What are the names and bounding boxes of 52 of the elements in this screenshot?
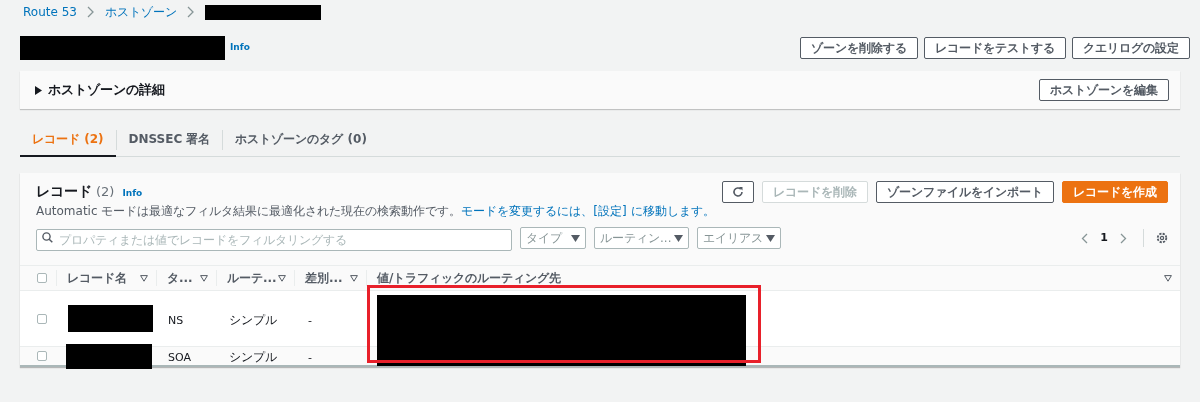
column-header[interactable]: タ... xyxy=(167,269,193,287)
settings-icon[interactable] xyxy=(1156,232,1168,244)
header-button[interactable]: クエリログの設定 xyxy=(1072,37,1190,59)
sort-icon[interactable] xyxy=(1164,274,1172,282)
caret-down-icon xyxy=(766,234,776,242)
sort-icon[interactable] xyxy=(140,274,148,282)
column-header[interactable]: 差別... xyxy=(305,269,343,287)
import-button[interactable]: ゾーンファイルをインポート xyxy=(876,181,1054,203)
breadcrumb-link[interactable]: Route 53 xyxy=(23,3,77,21)
tab[interactable]: DNSSEC 署名 xyxy=(116,122,223,157)
page-number[interactable]: 1 xyxy=(1100,229,1108,247)
table-cell: NS xyxy=(168,313,184,327)
filter-dropdown[interactable]: ルーティン... xyxy=(594,227,690,249)
table-cell: シンプル xyxy=(229,350,277,364)
table-cell: SOA xyxy=(168,351,191,364)
record-count: (2) xyxy=(96,183,115,201)
column-header[interactable]: ルーテ... xyxy=(227,269,277,287)
column-header[interactable]: 値/トラフィックのルーティング先 xyxy=(377,269,562,287)
refresh-icon xyxy=(732,186,744,198)
caret-right-icon[interactable] xyxy=(35,85,42,95)
table-cell: - xyxy=(308,313,312,327)
info-link[interactable]: Info xyxy=(122,187,143,201)
edit-button[interactable]: ホストゾーンを編集 xyxy=(1039,79,1169,101)
chevron-icon xyxy=(86,6,95,18)
chevron-icon xyxy=(186,6,195,18)
caret-down-icon xyxy=(571,234,580,242)
table-cell: シンプル xyxy=(229,312,277,327)
description-text: Automatic モードは最適なフィルタ結果に最適化された現在の検索動作です。 xyxy=(36,204,462,219)
caret-down-icon xyxy=(674,234,684,242)
search-field[interactable]: プロパティまたは値でレコードをフィルタリングする xyxy=(36,229,512,251)
settings-link[interactable]: モードを変更するには、[設定] に移動します。 xyxy=(461,204,715,219)
filter-dropdown[interactable]: タイプ xyxy=(520,227,586,249)
sort-icon[interactable] xyxy=(278,274,286,282)
info-link[interactable]: Info xyxy=(230,40,250,54)
panel-title: レコード xyxy=(36,182,92,201)
previous-page-icon[interactable] xyxy=(1081,232,1089,244)
section-title: ホストゾーンの詳細 xyxy=(48,81,165,100)
refresh-button[interactable] xyxy=(722,181,754,203)
header-button[interactable]: レコードをテストする xyxy=(924,37,1066,59)
breadcrumb-link[interactable]: ホストゾーン xyxy=(104,3,177,21)
checkbox[interactable] xyxy=(37,273,47,283)
sort-icon[interactable] xyxy=(350,274,358,282)
table-cell: - xyxy=(308,351,312,364)
checkbox[interactable] xyxy=(37,351,47,361)
next-page-icon[interactable] xyxy=(1120,232,1127,244)
checkbox[interactable] xyxy=(37,313,47,324)
tab[interactable]: ホストゾーンのタグ (0) xyxy=(223,122,379,157)
search-icon xyxy=(42,232,53,243)
sort-icon[interactable] xyxy=(200,274,208,282)
filter-dropdown[interactable]: エイリアス xyxy=(697,227,782,249)
column-header[interactable]: レコード名 xyxy=(67,269,127,287)
header-button[interactable]: ゾーンを削除する xyxy=(800,37,918,59)
